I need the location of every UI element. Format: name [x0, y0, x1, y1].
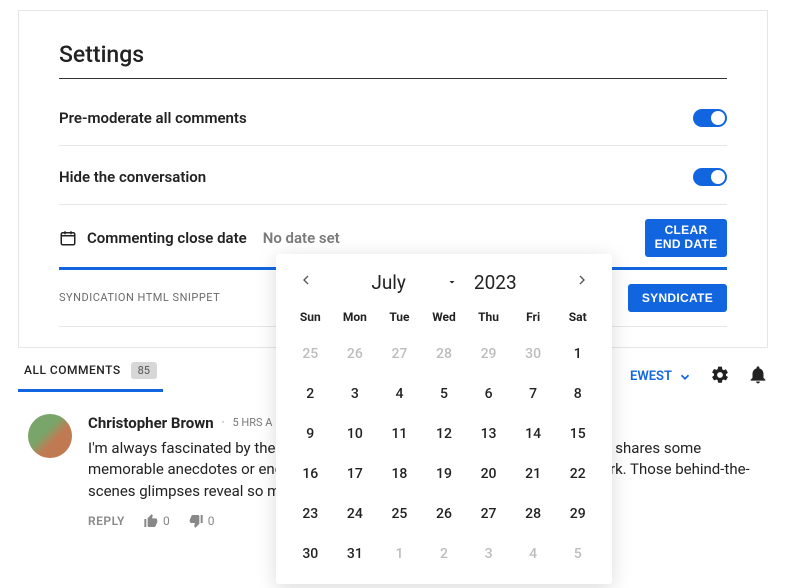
comment-author[interactable]: Christopher Brown: [88, 414, 214, 432]
comments-count-badge: 85: [131, 362, 157, 379]
comments-controls: EWEST: [630, 365, 768, 389]
close-date-label: Commenting close date: [87, 229, 247, 247]
day-cell[interactable]: 29: [555, 494, 600, 534]
day-cell[interactable]: 22: [555, 454, 600, 494]
day-cell[interactable]: 25: [377, 494, 422, 534]
close-date-value[interactable]: No date set: [263, 229, 340, 247]
sort-dropdown[interactable]: EWEST: [630, 369, 692, 384]
dow-header: Sun: [288, 304, 333, 334]
upvote-count: 0: [163, 514, 170, 528]
premoderate-toggle[interactable]: [693, 109, 727, 127]
downvote-button[interactable]: 0: [188, 513, 215, 529]
datepicker: July 2023 SunMonTueWedThuFriSat252627282…: [276, 254, 612, 584]
day-cell[interactable]: 3: [333, 374, 378, 414]
premoderate-label: Pre-moderate all comments: [59, 109, 247, 127]
day-cell[interactable]: 9: [288, 414, 333, 454]
downvote-count: 0: [208, 514, 215, 528]
day-cell[interactable]: 1: [555, 334, 600, 374]
day-cell[interactable]: 21: [511, 454, 556, 494]
thumbs-down-icon: [188, 513, 204, 529]
page-title: Settings: [59, 41, 727, 79]
settings-gear-icon[interactable]: [710, 365, 730, 389]
day-cell[interactable]: 30: [288, 534, 333, 574]
day-cell[interactable]: 28: [422, 334, 467, 374]
day-cell[interactable]: 2: [288, 374, 333, 414]
day-cell[interactable]: 4: [377, 374, 422, 414]
day-cell[interactable]: 11: [377, 414, 422, 454]
month-label: July: [371, 271, 406, 294]
upvote-button[interactable]: 0: [143, 513, 170, 529]
day-cell[interactable]: 3: [466, 534, 511, 574]
day-cell[interactable]: 17: [333, 454, 378, 494]
day-cell[interactable]: 28: [511, 494, 556, 534]
syndication-label: SYNDICATION HTML SNIPPET: [59, 291, 220, 304]
hide-conversation-toggle[interactable]: [693, 168, 727, 186]
dow-header: Fri: [511, 304, 556, 334]
dow-header: Sat: [555, 304, 600, 334]
day-cell[interactable]: 24: [333, 494, 378, 534]
tab-all-comments-label: ALL COMMENTS: [24, 363, 121, 377]
day-cell[interactable]: 12: [422, 414, 467, 454]
close-date-left: Commenting close date No date set: [59, 229, 340, 247]
comment-timestamp: 5 HRS A: [233, 416, 273, 429]
next-month-button[interactable]: [570, 268, 594, 296]
calendar-icon: [59, 229, 77, 247]
month-selector[interactable]: July: [371, 271, 458, 294]
chevron-right-icon: [574, 272, 590, 288]
day-cell[interactable]: 19: [422, 454, 467, 494]
prev-month-button[interactable]: [294, 268, 318, 296]
day-cell[interactable]: 27: [466, 494, 511, 534]
day-cell[interactable]: 26: [422, 494, 467, 534]
reply-button[interactable]: REPLY: [88, 514, 125, 528]
day-cell[interactable]: 20: [466, 454, 511, 494]
day-cell[interactable]: 16: [288, 454, 333, 494]
day-cell[interactable]: 1: [377, 534, 422, 574]
dow-header: Thu: [466, 304, 511, 334]
hide-conversation-label: Hide the conversation: [59, 168, 206, 186]
day-cell[interactable]: 30: [511, 334, 556, 374]
setting-row-hide-conversation: Hide the conversation: [59, 160, 727, 205]
caret-down-icon: [446, 276, 458, 288]
setting-row-premoderate: Pre-moderate all comments: [59, 101, 727, 146]
notifications-bell-icon[interactable]: [748, 365, 768, 389]
datepicker-grid: SunMonTueWedThuFriSat2526272829301234567…: [288, 304, 600, 574]
day-cell[interactable]: 5: [422, 374, 467, 414]
datepicker-title: July 2023: [371, 271, 516, 294]
day-cell[interactable]: 7: [511, 374, 556, 414]
day-cell[interactable]: 27: [377, 334, 422, 374]
day-cell[interactable]: 14: [511, 414, 556, 454]
chevron-left-icon: [298, 272, 314, 288]
day-cell[interactable]: 29: [466, 334, 511, 374]
day-cell[interactable]: 5: [555, 534, 600, 574]
chevron-down-icon: [678, 370, 692, 384]
day-cell[interactable]: 23: [288, 494, 333, 534]
day-cell[interactable]: 31: [333, 534, 378, 574]
syndicate-button[interactable]: SYNDICATE: [628, 284, 727, 312]
day-cell[interactable]: 8: [555, 374, 600, 414]
dow-header: Tue: [377, 304, 422, 334]
thumbs-up-icon: [143, 513, 159, 529]
dow-header: Wed: [422, 304, 467, 334]
day-cell[interactable]: 18: [377, 454, 422, 494]
day-cell[interactable]: 13: [466, 414, 511, 454]
avatar[interactable]: [28, 414, 72, 458]
time-separator: ·: [222, 416, 225, 429]
day-cell[interactable]: 10: [333, 414, 378, 454]
day-cell[interactable]: 25: [288, 334, 333, 374]
datepicker-header: July 2023: [288, 268, 600, 304]
day-cell[interactable]: 15: [555, 414, 600, 454]
dow-header: Mon: [333, 304, 378, 334]
year-label[interactable]: 2023: [474, 271, 517, 294]
day-cell[interactable]: 26: [333, 334, 378, 374]
tab-all-comments[interactable]: ALL COMMENTS 85: [18, 362, 163, 392]
sort-label: EWEST: [630, 369, 672, 384]
day-cell[interactable]: 4: [511, 534, 556, 574]
day-cell[interactable]: 6: [466, 374, 511, 414]
day-cell[interactable]: 2: [422, 534, 467, 574]
clear-end-date-button[interactable]: CLEAR END DATE: [645, 219, 727, 257]
